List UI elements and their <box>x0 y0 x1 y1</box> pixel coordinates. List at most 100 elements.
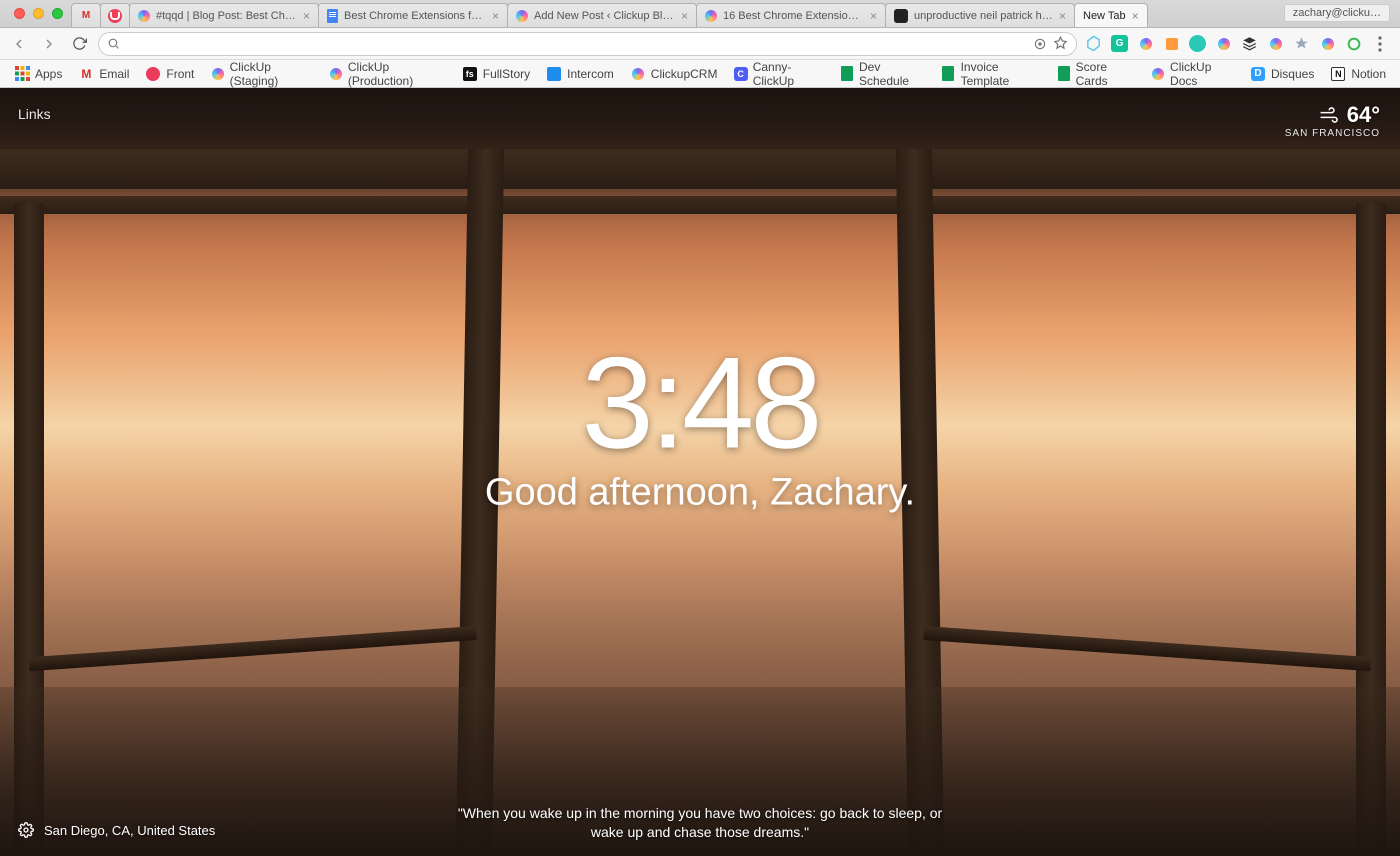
bookmark-label: ClickupCRM <box>651 67 718 81</box>
intercom-icon <box>546 66 562 82</box>
tab-title: Add New Post ‹ Clickup Blog – … <box>534 10 675 22</box>
bookmark-disques[interactable]: D Disques <box>1244 63 1320 85</box>
new-tab-content: Links 64° SAN FRANCISCO 3:48 Good aftern… <box>0 88 1400 856</box>
tab-4[interactable]: unproductive neil patrick harri… × <box>885 3 1075 27</box>
tab-title: #tqqd | Blog Post: Best Chrom… <box>156 10 297 22</box>
generic-icon <box>894 9 908 23</box>
fullscreen-window-icon[interactable] <box>52 8 63 19</box>
front-icon <box>145 66 161 82</box>
tab-2[interactable]: Add New Post ‹ Clickup Blog – … × <box>507 3 697 27</box>
ext-buffer-icon[interactable] <box>1241 35 1258 52</box>
url-input[interactable] <box>126 37 1027 51</box>
bookmark-label: Canny-ClickUp <box>753 60 824 88</box>
forward-button[interactable] <box>38 33 60 55</box>
bookmark-notion[interactable]: N Notion <box>1324 63 1392 85</box>
bookmark-label: Email <box>99 67 129 81</box>
ext-teal-icon[interactable] <box>1189 35 1206 52</box>
bookmark-label: Invoice Template <box>961 60 1041 88</box>
ext-purple-icon[interactable] <box>1215 35 1232 52</box>
bookmark-label: Apps <box>35 67 62 81</box>
url-bar[interactable] <box>98 32 1077 56</box>
bookmark-label: FullStory <box>483 67 530 81</box>
toolbar: G <box>0 28 1400 60</box>
tab-strip: M #tqqd | Blog Post: Best Chrom… × Best … <box>0 0 1400 28</box>
ext-badge-icon[interactable] <box>1163 35 1180 52</box>
bookmark-clickup-docs[interactable]: ClickUp Docs <box>1145 57 1240 91</box>
bookmark-label: Disques <box>1271 67 1314 81</box>
clickup-icon <box>329 66 343 82</box>
close-tab-icon[interactable]: × <box>681 9 688 23</box>
daily-quote[interactable]: "When you wake up in the morning you hav… <box>440 804 960 842</box>
bookmark-fullstory[interactable]: fs FullStory <box>456 63 536 85</box>
tab-5-active[interactable]: New Tab × <box>1074 3 1148 27</box>
bookmark-label: ClickUp Docs <box>1170 60 1234 88</box>
bookmark-email[interactable]: M Email <box>72 63 135 85</box>
gmail-icon: M <box>78 66 94 82</box>
chrome-menu-icon[interactable] <box>1371 35 1388 52</box>
ext-clickup-icon[interactable] <box>1137 35 1154 52</box>
close-tab-icon[interactable]: × <box>303 9 310 23</box>
gmail-icon: M <box>79 9 93 23</box>
bookmark-label: Intercom <box>567 67 614 81</box>
sheets-icon <box>941 66 955 82</box>
profile-badge[interactable]: zachary@clicku… <box>1284 4 1390 22</box>
bookmark-clickup-staging[interactable]: ClickUp (Staging) <box>204 57 318 91</box>
weather-widget[interactable]: 64° SAN FRANCISCO <box>1285 102 1380 139</box>
location-target-icon[interactable] <box>1033 37 1047 51</box>
center-panel: 3:48 Good afternoon, Zachary. <box>485 337 915 514</box>
clickup-icon <box>630 66 646 82</box>
bookmark-clickupcrm[interactable]: ClickupCRM <box>624 63 724 85</box>
bookmark-apps[interactable]: Apps <box>8 63 68 85</box>
apps-icon <box>14 66 30 82</box>
clock: 3:48 <box>485 337 915 467</box>
reload-button[interactable] <box>68 33 90 55</box>
tab-title: New Tab <box>1083 10 1126 22</box>
notion-icon: N <box>1330 66 1346 82</box>
bookmark-canny[interactable]: C Canny-ClickUp <box>727 57 829 91</box>
ext-hex-icon[interactable] <box>1085 35 1102 52</box>
clickup-icon <box>516 10 528 22</box>
clickup-icon <box>138 10 150 22</box>
bookmark-dev-schedule[interactable]: Dev Schedule <box>834 57 932 91</box>
bookmark-label: Score Cards <box>1076 60 1135 88</box>
bookmark-front[interactable]: Front <box>139 63 200 85</box>
tab-3[interactable]: 16 Best Chrome Extensions fo… × <box>696 3 886 27</box>
close-tab-icon[interactable]: × <box>1132 9 1139 23</box>
sheets-icon <box>1056 66 1070 82</box>
weather-city: SAN FRANCISCO <box>1285 128 1380 139</box>
weather-temperature: 64° <box>1347 102 1380 128</box>
ext-clickup2-icon[interactable] <box>1319 35 1336 52</box>
close-window-icon[interactable] <box>14 8 25 19</box>
bookmark-clickup-production[interactable]: ClickUp (Production) <box>323 57 452 91</box>
bookmark-label: ClickUp (Production) <box>348 60 446 88</box>
bookmark-intercom[interactable]: Intercom <box>540 63 620 85</box>
tab-1[interactable]: Best Chrome Extensions for P… × <box>318 3 508 27</box>
ext-grammarly-icon[interactable]: G <box>1111 35 1128 52</box>
close-tab-icon[interactable]: × <box>1059 9 1066 23</box>
wind-icon <box>1319 107 1341 123</box>
ext-green-icon[interactable] <box>1345 35 1362 52</box>
bookmark-star-icon[interactable] <box>1053 36 1068 51</box>
tab-title: 16 Best Chrome Extensions fo… <box>723 10 864 22</box>
ext-grey-icon[interactable] <box>1293 35 1310 52</box>
bookmark-invoice-template[interactable]: Invoice Template <box>935 57 1046 91</box>
minimize-window-icon[interactable] <box>33 8 44 19</box>
ext-purple2-icon[interactable] <box>1267 35 1284 52</box>
bookmark-label: ClickUp (Staging) <box>230 60 313 88</box>
bookmark-label: Dev Schedule <box>859 60 925 88</box>
tab-0[interactable]: #tqqd | Blog Post: Best Chrom… × <box>129 3 319 27</box>
search-icon <box>107 37 120 50</box>
gear-icon[interactable] <box>18 822 34 838</box>
clickup-icon <box>210 66 224 82</box>
pinned-tab-gmail[interactable]: M <box>71 3 101 27</box>
bookmark-score-cards[interactable]: Score Cards <box>1050 57 1140 91</box>
extension-icons: G <box>1085 35 1392 52</box>
links-button[interactable]: Links <box>18 106 51 122</box>
close-tab-icon[interactable]: × <box>492 9 499 23</box>
pinned-tab-pocket[interactable] <box>100 3 130 27</box>
back-button[interactable] <box>8 33 30 55</box>
fullstory-icon: fs <box>462 66 478 82</box>
photo-info[interactable]: San Diego, CA, United States <box>18 822 215 838</box>
close-tab-icon[interactable]: × <box>870 9 877 23</box>
greeting: Good afternoon, Zachary. <box>485 471 915 514</box>
